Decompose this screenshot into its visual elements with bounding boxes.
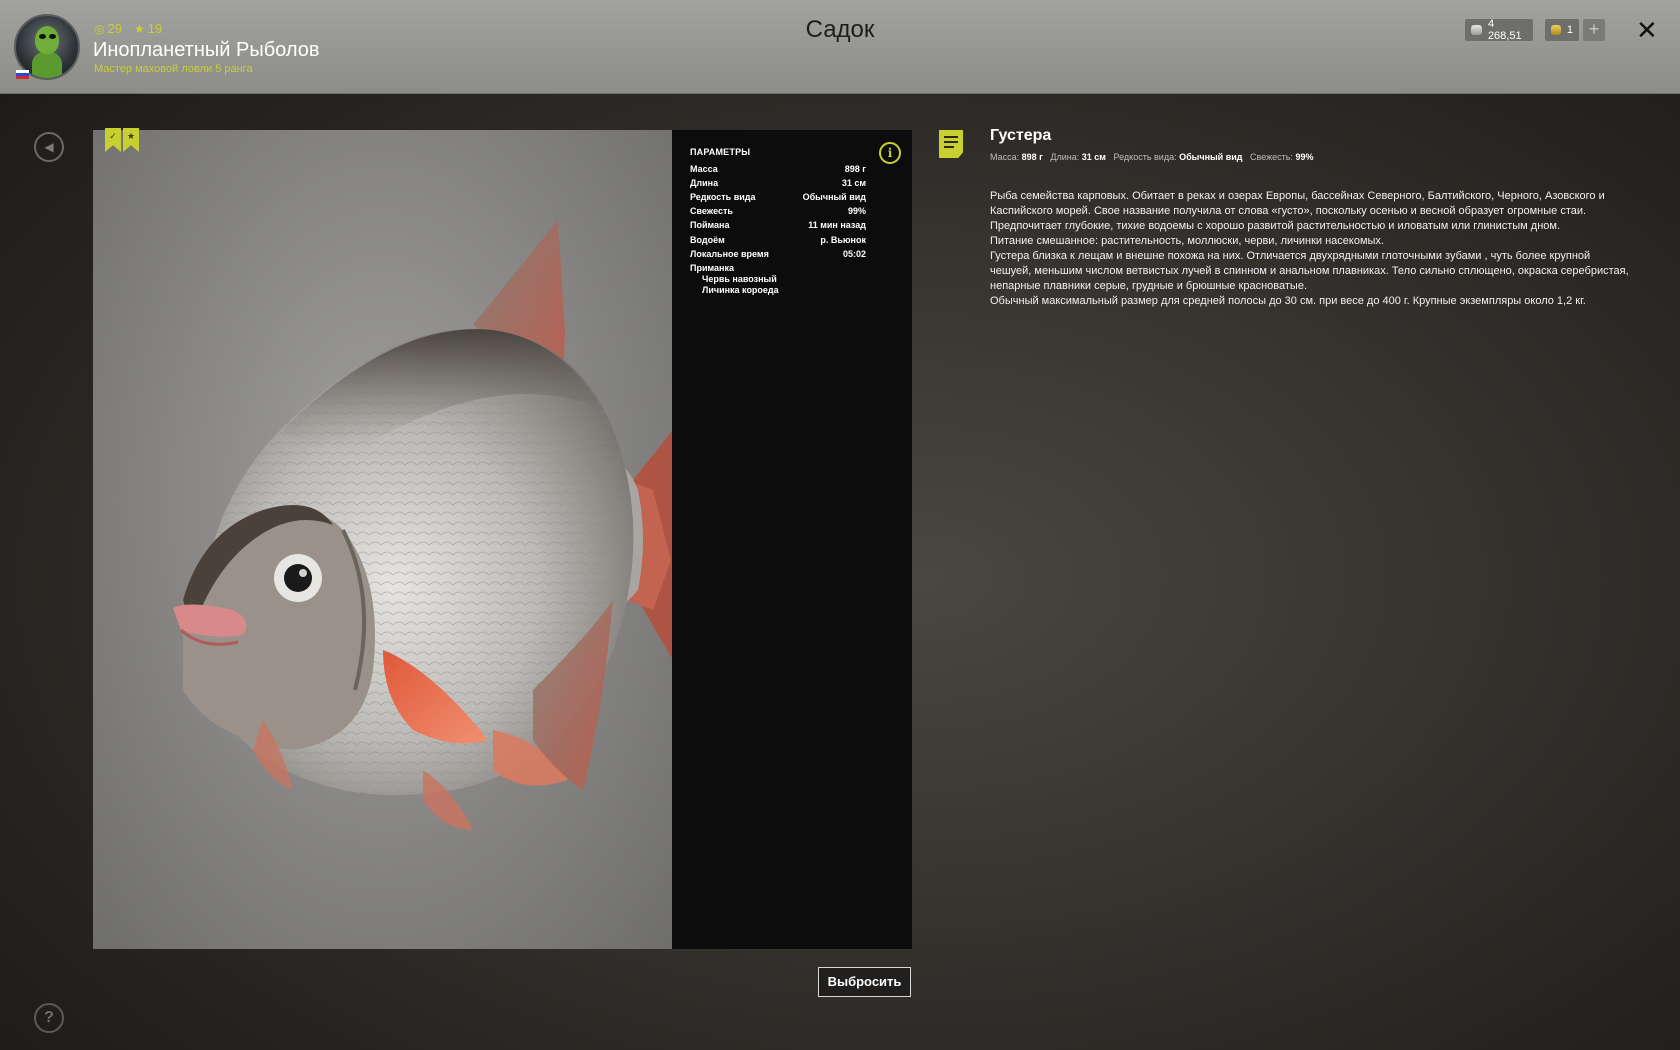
gold-amount: 1 (1566, 24, 1573, 36)
param-value: 99% (847, 206, 866, 216)
param-row: Длина 31 см (690, 178, 866, 192)
bait-item: Личинка короеда (702, 285, 779, 295)
bookmark-star-icon[interactable]: ★ (123, 128, 139, 152)
summary-value: 31 см (1081, 152, 1106, 162)
player-level-value: 29 (107, 21, 122, 36)
bait-title: Приманка (690, 263, 734, 273)
param-value: 898 г (844, 164, 866, 174)
param-label: Водоём (690, 235, 725, 245)
param-row: Локальное время 05:02 (690, 249, 866, 263)
back-button[interactable]: ◀ (34, 132, 64, 162)
player-stats: ◎ 29 ★ 19 (94, 21, 162, 36)
alien-head-icon (35, 26, 59, 54)
note-line (944, 146, 954, 148)
description-paragraph: Обычный максимальный размер для средней … (990, 295, 1586, 307)
player-stars: ★ 19 (134, 21, 162, 36)
page-title: Садок (805, 16, 875, 43)
param-row: Поймана 11 мин назад (690, 220, 866, 234)
release-fish-button[interactable]: Выбросить (818, 967, 911, 997)
param-label: Масса (690, 164, 718, 174)
alien-eye (39, 34, 46, 39)
param-label: Локальное время (690, 249, 769, 259)
alien-eye (49, 34, 56, 39)
player-stars-value: 19 (147, 21, 163, 36)
summary-label: Свежесть: (1250, 152, 1293, 162)
param-value: 11 мин назад (808, 220, 866, 230)
summary-label: Длина: (1050, 152, 1080, 162)
fish-description: Рыба семейства карповых. Обитает в реках… (990, 189, 1630, 309)
fish-image (173, 220, 673, 830)
add-gold-button[interactable]: + (1583, 19, 1605, 41)
silver-balance: 4 268,51 (1465, 18, 1533, 42)
close-button[interactable]: ✕ (1636, 14, 1658, 46)
summary-value: 99% (1295, 152, 1314, 162)
notes-icon (939, 130, 963, 158)
silver-coin-icon (1471, 25, 1482, 35)
description-paragraph: Предпочитает глубокие, тихие водоемы с х… (990, 220, 1561, 232)
summary-label: Масса: (990, 152, 1020, 162)
bait-item: Червь навозный (702, 274, 777, 284)
description-paragraph: Густера близка к лещам и внешне похожа н… (990, 250, 1629, 292)
parameters-title: ПАРАМЕТРЫ (690, 147, 751, 157)
russia-flag-icon (16, 70, 29, 79)
param-label: Длина (690, 178, 719, 188)
param-value: Обычный вид (802, 192, 866, 202)
info-icon[interactable]: i (879, 142, 901, 164)
player-name: Инопланетный Рыболов (93, 39, 320, 61)
fish-summary: Масса: 898 г Длина: 31 см Редкость вида:… (990, 152, 1318, 162)
help-button[interactable]: ? (34, 1003, 64, 1033)
player-level: ◎ 29 (94, 21, 122, 36)
back-arrow-icon: ◀ (44, 140, 54, 154)
note-line (944, 136, 958, 138)
bookmark-check-icon[interactable]: ✓ (105, 128, 121, 152)
top-bar: ◎ 29 ★ 19 Инопланетный Рыболов Мастер махо… (0, 0, 1680, 94)
description-paragraph: Рыба семейства карповых. Обитает в реках… (990, 190, 1605, 217)
note-line (944, 141, 958, 143)
param-row: Водоём р. Вьюнок (690, 235, 866, 249)
summary-label: Редкость вида: (1113, 152, 1177, 162)
description-paragraph: Питание смешанное: растительность, моллю… (990, 235, 1384, 247)
alien-body-icon (32, 52, 62, 78)
param-value: р. Вьюнок (820, 235, 866, 245)
fish-name: Густера (990, 127, 1052, 144)
param-label: Редкость вида (690, 192, 756, 202)
summary-value: Обычный вид (1179, 152, 1243, 162)
fish-3d-viewer[interactable] (93, 130, 673, 949)
param-value: 05:02 (842, 249, 866, 259)
param-row: Свежесть 99% (690, 206, 866, 220)
level-circle-icon: ◎ (94, 22, 105, 36)
gold-coin-icon (1551, 25, 1561, 35)
parameters-panel: ПАРАМЕТРЫ i Масса 898 г Длина 31 см Редк… (672, 130, 912, 949)
silver-amount: 4 268,51 (1487, 18, 1522, 42)
question-icon: ? (44, 1009, 54, 1026)
star-icon: ★ (133, 22, 145, 36)
bookmark-toggles: ✓ ★ (105, 128, 139, 152)
param-value: 31 см (841, 178, 866, 188)
param-label: Свежесть (690, 206, 733, 216)
player-rank: Мастер маховой ловли 5 ранга (94, 63, 253, 75)
param-label: Поймана (690, 220, 730, 230)
gold-balance: 1 (1545, 19, 1579, 41)
param-row: Редкость вида Обычный вид (690, 192, 866, 206)
summary-value: 898 г (1021, 152, 1043, 162)
param-row: Масса 898 г (690, 164, 866, 178)
